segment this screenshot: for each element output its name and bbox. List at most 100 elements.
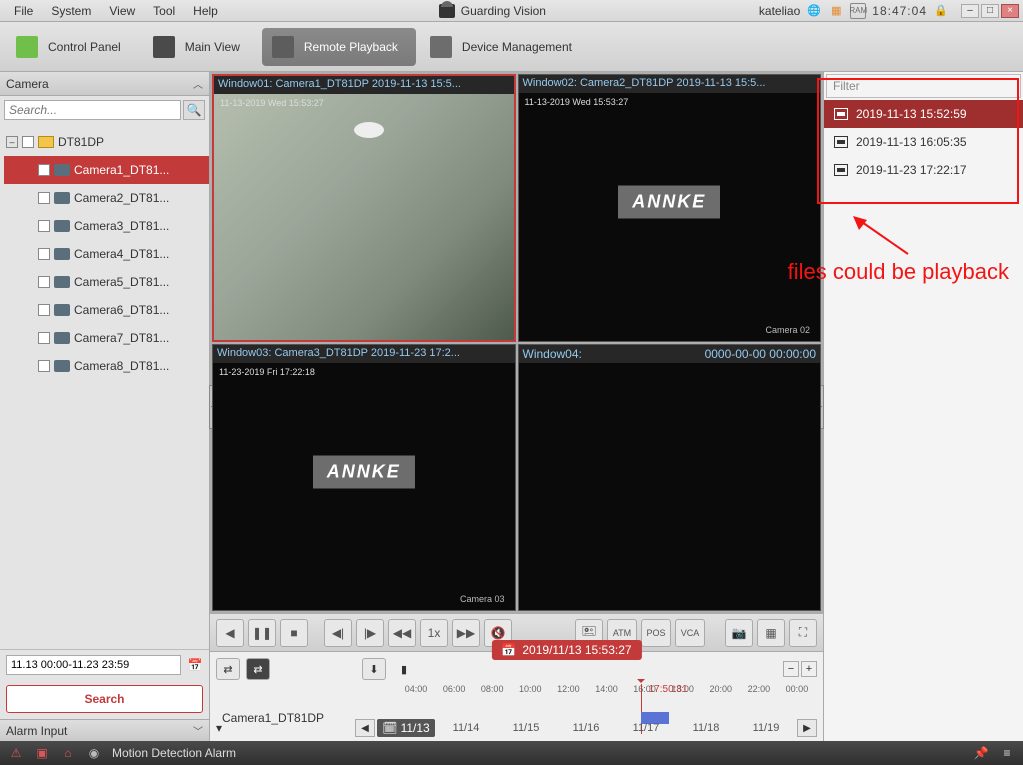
date-item[interactable]: 11/19 <box>737 722 795 734</box>
async-button[interactable]: ⇄ <box>246 658 270 680</box>
close-button[interactable]: × <box>1001 4 1019 18</box>
camera-checkbox[interactable] <box>38 276 50 288</box>
file-row[interactable]: 2019-11-13 15:52:59 <box>824 100 1023 128</box>
fullscreen-button[interactable]: ⛶ <box>789 619 817 647</box>
timeline-ruler[interactable]: 04:0006:0008:0010:0012:0014:0016:0018:00… <box>416 684 817 706</box>
bookmark-button[interactable]: ▮ <box>392 658 416 680</box>
frame-fwd-button[interactable]: |▶ <box>356 619 384 647</box>
date-item[interactable]: 11/18 <box>677 722 735 734</box>
zoom-controls: − + <box>783 661 817 677</box>
camera-node[interactable]: Camera4_DT81... <box>4 240 209 268</box>
chevron-down-icon: ﹀ <box>193 723 203 738</box>
pause-button[interactable]: ❚❚ <box>248 619 276 647</box>
date-current[interactable]: 🗓 11/13 <box>377 719 435 737</box>
camera-checkbox[interactable] <box>38 304 50 316</box>
alarm-input-header[interactable]: Alarm Input ﹀ <box>0 719 209 741</box>
snapshot-button[interactable]: 📷 <box>725 619 753 647</box>
search-input[interactable] <box>4 100 181 120</box>
globe-icon[interactable]: 🌐 <box>806 3 822 19</box>
collapse-icon[interactable]: – <box>6 136 18 148</box>
zoom-in-button[interactable]: + <box>801 661 817 677</box>
camera-icon <box>54 192 70 204</box>
prev-button[interactable]: ◀ <box>216 619 244 647</box>
rec-icon[interactable]: ◉ <box>86 745 102 761</box>
video-window-1[interactable]: Window01: Camera1_DT81DP 2019-11-13 15:5… <box>212 74 516 342</box>
cam-status-icon[interactable]: ▣ <box>34 745 50 761</box>
pin-icon[interactable]: 📌 <box>973 745 989 761</box>
date-item[interactable]: 11/16 <box>557 722 615 734</box>
camera-checkbox[interactable] <box>38 248 50 260</box>
date-item[interactable]: 11/15 <box>497 722 555 734</box>
date-item[interactable]: 11/17 <box>617 722 675 734</box>
video-header: Window01: Camera1_DT81DP 2019-11-13 15:5… <box>214 76 514 94</box>
lock-icon[interactable]: 🔒 <box>933 3 949 19</box>
search-button[interactable]: Search <box>6 685 203 713</box>
zoom-out-button[interactable]: − <box>783 661 799 677</box>
net-icon[interactable]: ▦ <box>828 3 844 19</box>
camera-label: Camera3_DT81... <box>74 219 169 233</box>
menu-tool[interactable]: Tool <box>145 1 183 21</box>
date-item[interactable]: 11/14 <box>437 722 495 734</box>
camera-node[interactable]: Camera6_DT81... <box>4 296 209 324</box>
tab-main-view[interactable]: Main View <box>143 28 258 66</box>
menu-system[interactable]: System <box>43 1 99 21</box>
camera-panel-header[interactable]: Camera ︿ <box>0 72 209 96</box>
search-button-icon[interactable]: 🔍 <box>183 100 205 120</box>
stop-button[interactable]: ■ <box>280 619 308 647</box>
layout-button[interactable]: ▦ <box>757 619 785 647</box>
file-list: 2019-11-13 15:52:592019-11-13 16:05:3520… <box>824 100 1023 184</box>
camera-icon <box>54 304 70 316</box>
camera-node[interactable]: Camera5_DT81... <box>4 268 209 296</box>
filter-input[interactable]: Filter <box>826 74 1021 98</box>
vca-button[interactable]: VCA <box>675 619 705 647</box>
camera-node[interactable]: Camera1_DT81... <box>4 156 209 184</box>
camera-node[interactable]: Camera2_DT81... <box>4 184 209 212</box>
camera-checkbox[interactable] <box>38 192 50 204</box>
date-next-button[interactable]: ▶ <box>797 719 817 737</box>
camera-node[interactable]: Camera3_DT81... <box>4 212 209 240</box>
device-checkbox[interactable] <box>22 136 34 148</box>
sync-button[interactable]: ⇄ <box>216 658 240 680</box>
filter-icon[interactable]: ▾ <box>216 721 234 735</box>
video-osd: 11-23-2019 Fri 17:22:18 <box>219 367 315 377</box>
video-window-4[interactable]: Window04: 0000-00-00 00:00:00 <box>518 344 822 612</box>
tick-label: 22:00 <box>748 684 771 694</box>
tab-device-management[interactable]: Device Management <box>420 28 590 66</box>
door-icon[interactable]: ⌂ <box>60 745 76 761</box>
pos-button[interactable]: POS <box>641 619 671 647</box>
fastfwd-button[interactable]: ▶▶ <box>452 619 480 647</box>
rewind-button[interactable]: ◀◀ <box>388 619 416 647</box>
alert-icon[interactable]: ⚠ <box>8 745 24 761</box>
frame-back-button[interactable]: ◀| <box>324 619 352 647</box>
date-prev-button[interactable]: ◀ <box>355 719 375 737</box>
app-logo-icon <box>439 4 455 18</box>
camera-checkbox[interactable] <box>38 164 50 176</box>
camera-checkbox[interactable] <box>38 220 50 232</box>
file-row[interactable]: 2019-11-13 16:05:35 <box>824 128 1023 156</box>
expand-icon[interactable]: ≡ <box>999 745 1015 761</box>
camera-checkbox[interactable] <box>38 332 50 344</box>
calendar-icon[interactable]: 📅 <box>187 657 203 673</box>
video-window-3[interactable]: Window03: Camera3_DT81DP 2019-11-23 17:2… <box>212 344 516 612</box>
ram-icon[interactable]: RAM <box>850 3 866 19</box>
minimize-button[interactable]: – <box>961 4 979 18</box>
alarm-input-label: Alarm Input <box>6 724 67 738</box>
camera-node[interactable]: Camera7_DT81... <box>4 324 209 352</box>
date-range-input[interactable] <box>6 655 181 675</box>
video-window-2[interactable]: Window02: Camera2_DT81DP 2019-11-13 15:5… <box>518 74 822 342</box>
camera-node[interactable]: Camera8_DT81... <box>4 352 209 380</box>
window-buttons: – □ × <box>961 4 1019 18</box>
menu-view[interactable]: View <box>101 1 143 21</box>
file-row[interactable]: 2019-11-23 17:22:17 <box>824 156 1023 184</box>
menu-file[interactable]: File <box>6 1 41 21</box>
download-button[interactable]: ⬇ <box>362 658 386 680</box>
device-node[interactable]: – DT81DP <box>4 128 209 156</box>
camera-checkbox[interactable] <box>38 360 50 372</box>
tab-control-panel[interactable]: Control Panel <box>6 28 139 66</box>
menu-help[interactable]: Help <box>185 1 226 21</box>
tab-remote-playback[interactable]: Remote Playback <box>262 28 416 66</box>
speed-indicator[interactable]: 1x <box>420 619 448 647</box>
maximize-button[interactable]: □ <box>981 4 999 18</box>
camera-label: Camera8_DT81... <box>74 359 169 373</box>
tick-label: 08:00 <box>481 684 504 694</box>
